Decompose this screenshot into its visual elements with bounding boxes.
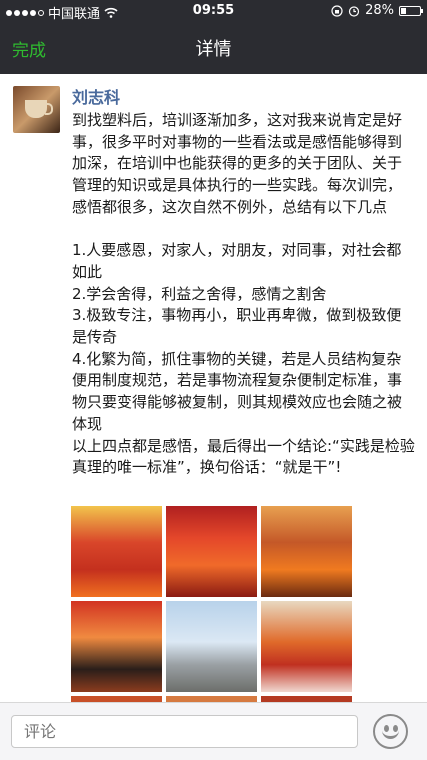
photo-thumbnail[interactable]	[166, 601, 257, 692]
photo-thumbnail[interactable]	[166, 506, 257, 597]
photo-thumbnail[interactable]	[71, 601, 162, 692]
post-detail: 刘志科 到找塑料后，培训逐渐加多，这对我来说肯定是好事，很多平时对事物的一些看法…	[0, 74, 427, 702]
status-right: 28%	[331, 3, 423, 18]
rotation-lock-icon	[331, 4, 343, 17]
coffee-cup-icon	[25, 100, 53, 118]
post-text: 到找塑料后，培训逐渐加多，这对我来说肯定是好事，很多平时对事物的一些看法或是感悟…	[72, 111, 415, 477]
page-title: 详情	[195, 39, 232, 60]
status-bar: 中国联通 09:55 28%	[0, 0, 427, 22]
emoji-icon[interactable]	[373, 714, 408, 749]
author-name[interactable]: 刘志科	[72, 84, 120, 108]
alarm-icon	[348, 5, 360, 17]
photo-thumbnail[interactable]	[261, 601, 352, 692]
photo-thumbnail[interactable]	[261, 506, 352, 597]
battery-icon	[399, 5, 423, 16]
battery-percent: 28%	[365, 3, 394, 18]
comment-bar	[0, 702, 427, 760]
photo-thumbnail[interactable]	[71, 506, 162, 597]
comment-input[interactable]	[11, 715, 358, 748]
nav-bar: 完成 详情	[0, 22, 427, 74]
avatar[interactable]	[13, 86, 60, 133]
